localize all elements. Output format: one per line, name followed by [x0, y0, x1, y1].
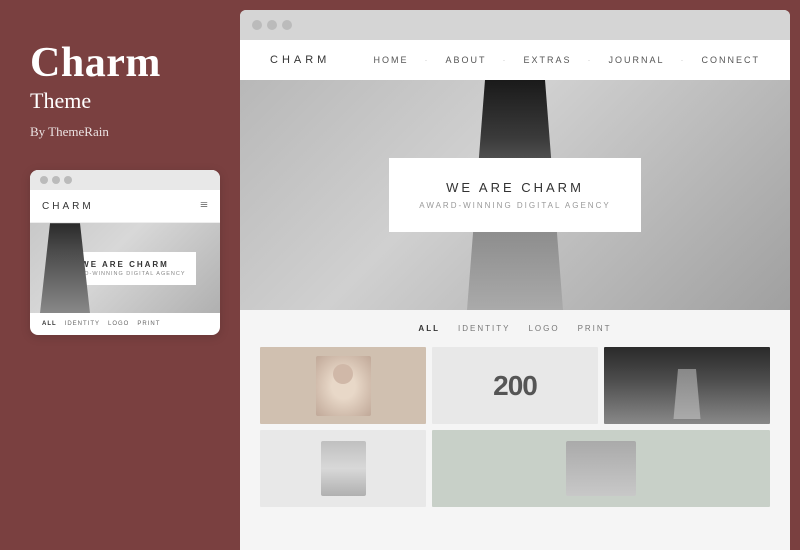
sidebar-subtitle: Theme [30, 88, 210, 114]
desktop-hero: WE ARE CHARM AWARD-WINNING DIGITAL AGENC… [240, 80, 790, 310]
filter-all[interactable]: ALL [418, 324, 440, 333]
nav-extras[interactable]: EXTRAS [523, 55, 571, 65]
portfolio-item-4-figure [321, 441, 366, 496]
mobile-hamburger-icon: ≡ [200, 198, 208, 214]
sidebar-title: Charm [30, 40, 210, 86]
nav-connect[interactable]: CONNECT [702, 55, 761, 65]
mobile-logo: CHARM [42, 201, 94, 212]
browser-content: CHARM HOME · ABOUT · EXTRAS · JOURNAL · … [240, 40, 790, 550]
portfolio-item-4[interactable] [260, 430, 426, 507]
nav-journal[interactable]: JOURNAL [608, 55, 664, 65]
mobile-filter-identity[interactable]: IDENTITY [65, 321, 100, 327]
portfolio-item-3-figure [672, 369, 702, 419]
mobile-filter-row: ALL IDENTITY LOGO PRINT [30, 313, 220, 335]
portfolio-item-2[interactable]: 200 [432, 347, 598, 424]
sidebar: Charm Theme By ThemeRain CHARM ≡ WE ARE … [0, 0, 240, 550]
mobile-dot-1 [40, 176, 48, 184]
portfolio-filter: ALL IDENTITY LOGO PRINT [260, 324, 770, 333]
hero-text-box: WE ARE CHARM AWARD-WINNING DIGITAL AGENC… [389, 158, 640, 232]
portfolio-grid: 200 [260, 347, 770, 507]
filter-logo[interactable]: LOGO [528, 324, 559, 333]
browser-dot-1 [252, 20, 262, 30]
filter-identity[interactable]: IDENTITY [458, 324, 510, 333]
browser-bar [240, 10, 790, 40]
sidebar-by: By ThemeRain [30, 124, 210, 140]
desktop-logo: CHARM [270, 54, 330, 66]
portfolio-item-5-figure [566, 441, 636, 496]
portfolio-item-2-number: 200 [493, 370, 537, 402]
nav-home[interactable]: HOME [373, 55, 408, 65]
nav-about[interactable]: ABOUT [445, 55, 486, 65]
mobile-dot-2 [52, 176, 60, 184]
mobile-filter-print[interactable]: PRINT [137, 321, 160, 327]
portfolio-item-1-figure [316, 356, 371, 416]
browser-mockup: CHARM HOME · ABOUT · EXTRAS · JOURNAL · … [240, 10, 790, 550]
nav-sep-1: · [424, 55, 429, 65]
portfolio-item-1[interactable] [260, 347, 426, 424]
browser-dot-3 [282, 20, 292, 30]
nav-sep-3: · [587, 55, 592, 65]
mobile-dot-3 [64, 176, 72, 184]
hero-headline: WE ARE CHARM [419, 180, 610, 195]
mobile-filter-all[interactable]: ALL [42, 321, 57, 327]
mobile-filter-logo[interactable]: LOGO [108, 321, 129, 327]
desktop-nav-links: HOME · ABOUT · EXTRAS · JOURNAL · CONNEC… [373, 55, 760, 65]
filter-print[interactable]: PRINT [578, 324, 612, 333]
browser-dot-2 [267, 20, 277, 30]
portfolio-item-5[interactable] [432, 430, 770, 507]
mobile-person-figure [40, 223, 90, 313]
portfolio-item-3[interactable] [604, 347, 770, 424]
mobile-browser-bar [30, 170, 220, 190]
nav-sep-4: · [681, 55, 686, 65]
portfolio-section: ALL IDENTITY LOGO PRINT 200 [240, 310, 790, 550]
hero-subheadline: AWARD-WINNING DIGITAL AGENCY [419, 201, 610, 210]
mobile-hero-image: WE ARE CHARM AWARD-WINNING DIGITAL AGENC… [30, 223, 220, 313]
nav-sep-2: · [502, 55, 507, 65]
mobile-preview: CHARM ≡ WE ARE CHARM AWARD-WINNING DIGIT… [30, 170, 220, 335]
desktop-nav: CHARM HOME · ABOUT · EXTRAS · JOURNAL · … [240, 40, 790, 80]
mobile-nav: CHARM ≡ [30, 190, 220, 223]
